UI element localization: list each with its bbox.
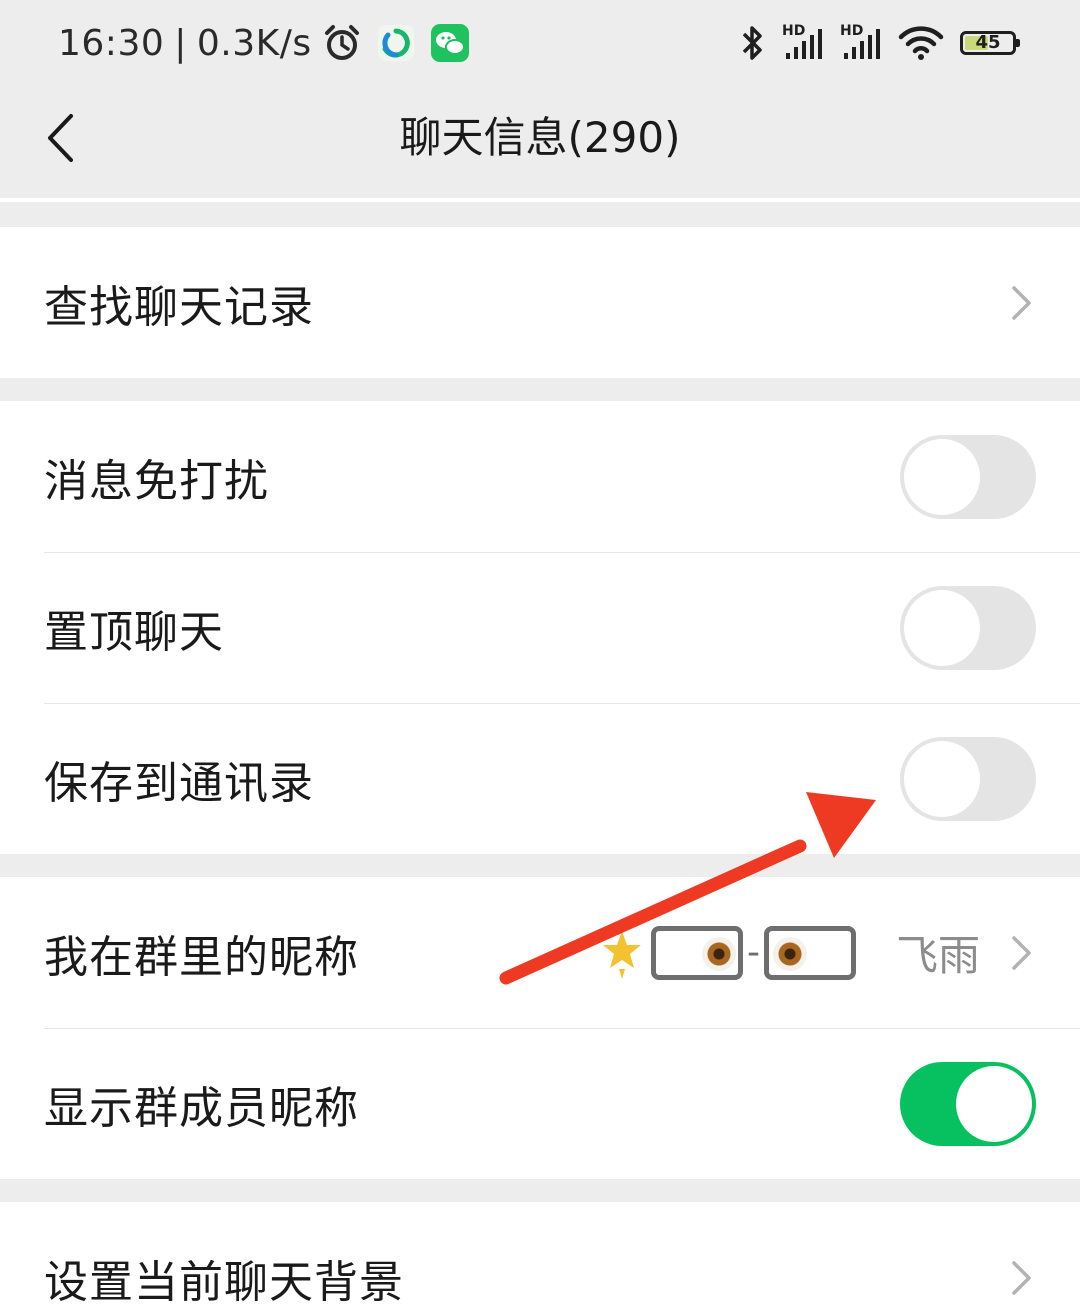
toggle-knob xyxy=(904,439,980,515)
pin-chat-label: 置顶聊天 xyxy=(44,606,224,658)
app-icon xyxy=(377,25,414,61)
group-nickname-row[interactable]: 我在群里的昵称 - 飞雨 xyxy=(0,877,1080,1028)
settings-group-background: 设置当前聊天背景 xyxy=(0,1202,1080,1311)
show-member-nicknames-toggle[interactable] xyxy=(900,1062,1036,1146)
show-member-nicknames-label: 显示群成员昵称 xyxy=(44,1082,359,1134)
signal-icon: HD xyxy=(840,23,882,61)
toggle-knob xyxy=(956,1066,1032,1142)
battery-level: 45 xyxy=(975,32,1001,53)
mute-toggle[interactable] xyxy=(900,435,1036,519)
glasses-frame-left xyxy=(650,925,743,980)
settings-group-search: 查找聊天记录 xyxy=(0,227,1080,378)
search-history-row[interactable]: 查找聊天记录 xyxy=(0,227,1080,378)
search-history-label: 查找聊天记录 xyxy=(44,281,314,333)
save-to-contacts-row: 保存到通讯录 xyxy=(0,703,1080,854)
eye-icon xyxy=(772,936,807,971)
mute-label: 消息免打扰 xyxy=(44,455,269,507)
battery-icon: 45 xyxy=(960,31,1020,55)
chevron-right-icon xyxy=(1012,936,1031,970)
save-to-contacts-label: 保存到通讯录 xyxy=(44,757,314,809)
toggle-knob xyxy=(904,590,980,666)
signal-icon: HD xyxy=(782,23,824,61)
status-separator: | xyxy=(174,22,187,64)
status-bar: 16:30 | 0.3K/s HD HD 45 xyxy=(0,0,1080,86)
save-to-contacts-toggle[interactable] xyxy=(900,737,1036,821)
alarm-icon xyxy=(324,25,359,60)
bluetooth-icon xyxy=(742,26,762,60)
wifi-icon xyxy=(898,26,944,60)
toggle-knob xyxy=(904,741,980,817)
mute-row: 消息免打扰 xyxy=(0,401,1080,552)
chat-background-label: 设置当前聊天背景 xyxy=(44,1256,404,1308)
status-left: 16:30 | 0.3K/s xyxy=(58,18,470,68)
pin-chat-toggle[interactable] xyxy=(900,586,1036,670)
status-time: 16:30 xyxy=(58,22,165,64)
status-net-speed: 0.3K/s xyxy=(196,22,312,64)
nickname-text: 飞雨 xyxy=(895,931,980,980)
settings-group-toggles: 消息免打扰 置顶聊天 保存到通讯录 xyxy=(0,401,1080,854)
pin-chat-row: 置顶聊天 xyxy=(0,552,1080,703)
chat-background-row[interactable]: 设置当前聊天背景 xyxy=(0,1202,1080,1311)
page-title: 聊天信息(290) xyxy=(399,113,681,162)
chevron-right-icon xyxy=(1012,1261,1031,1295)
nav-bar: 聊天信息(290) xyxy=(0,86,1080,198)
group-nickname-value: - 飞雨 xyxy=(599,877,980,1028)
star-icon xyxy=(602,930,641,979)
nickname-dash: - xyxy=(746,932,760,973)
eye-icon xyxy=(701,936,736,971)
settings-group-nickname: 我在群里的昵称 - 飞雨 显示群成员昵称 xyxy=(0,877,1080,1179)
show-member-nicknames-row: 显示群成员昵称 xyxy=(0,1028,1080,1179)
status-right: HD HD 45 xyxy=(740,18,1020,68)
chevron-right-icon xyxy=(1012,286,1031,320)
nav-divider xyxy=(0,198,1080,202)
group-nickname-label: 我在群里的昵称 xyxy=(44,931,359,983)
glasses-frame-right xyxy=(763,925,856,980)
wechat-icon xyxy=(430,24,469,62)
